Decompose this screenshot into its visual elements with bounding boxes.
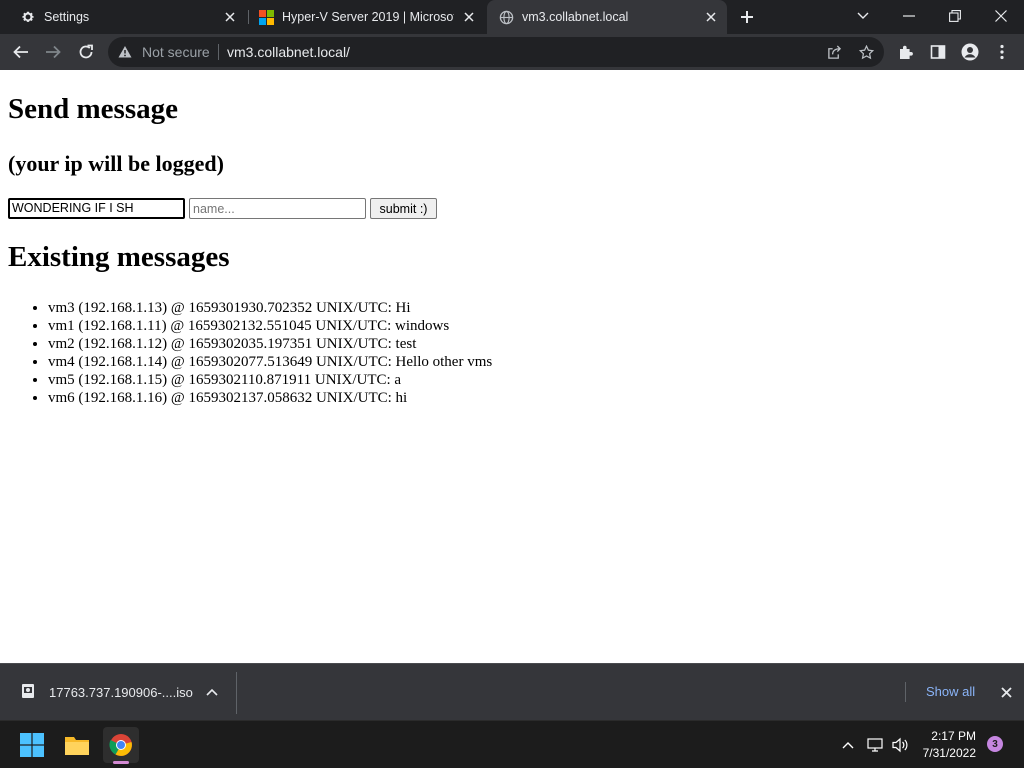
close-shelf-icon[interactable]	[998, 684, 1014, 700]
message-item: vm2 (192.168.1.12) @ 1659302035.197351 U…	[48, 335, 492, 353]
show-all-link[interactable]: Show all	[926, 684, 975, 699]
bookmark-star-icon[interactable]	[858, 44, 874, 60]
chrome-icon[interactable]	[103, 727, 139, 763]
network-icon[interactable]	[866, 736, 884, 754]
extensions-puzzle-icon[interactable]	[894, 40, 918, 64]
clock-date[interactable]: 7/31/2022	[910, 746, 976, 760]
messages-list: vm3 (192.168.1.13) @ 1659301930.702352 U…	[48, 299, 492, 407]
show-hidden-icons-chevron-icon[interactable]	[839, 736, 857, 754]
browser-toolbar: Not secure vm3.collabnet.local/	[0, 34, 1024, 70]
message-item: vm4 (192.168.1.14) @ 1659302077.513649 U…	[48, 353, 492, 371]
share-icon[interactable]	[826, 44, 842, 60]
tab-title: Hyper-V Server 2019 | Microsoft	[282, 10, 454, 24]
tab-settings[interactable]: Settings	[8, 0, 246, 34]
new-tab-icon[interactable]	[737, 7, 757, 27]
kebab-menu-icon[interactable]	[990, 40, 1014, 64]
iso-file-icon[interactable]	[20, 683, 36, 699]
warning-icon[interactable]	[118, 45, 132, 59]
notification-badge[interactable]: 3	[987, 736, 1003, 752]
volume-icon[interactable]	[891, 736, 909, 754]
submit-button[interactable]: submit :)	[370, 198, 437, 219]
existing-messages-heading: Existing messages	[8, 241, 230, 273]
profile-avatar-icon[interactable]	[958, 40, 982, 64]
restore-icon[interactable]	[941, 4, 969, 28]
not-secure-label[interactable]: Not secure	[142, 44, 210, 60]
tab-title: Settings	[44, 10, 90, 24]
send-message-heading: Send message	[8, 93, 178, 125]
message-item: vm1 (192.168.1.11) @ 1659302132.551045 U…	[48, 317, 492, 335]
back-icon[interactable]	[9, 40, 33, 64]
tab-hyper-v[interactable]: Hyper-V Server 2019 | Microsoft	[249, 0, 485, 34]
download-file-name[interactable]: 17763.737.190906-....iso	[49, 685, 193, 700]
tab-strip: Settings Hyper-V Server 2019 | Microsoft…	[0, 0, 1024, 34]
windows-taskbar: 2:17 PM 7/31/2022	[0, 720, 1024, 768]
tab-title: vm3.collabnet.local	[522, 10, 629, 24]
omnibox-divider	[218, 44, 219, 60]
windows-start-icon[interactable]	[14, 727, 50, 763]
tab-vm3[interactable]: vm3.collabnet.local	[487, 0, 727, 34]
message-input[interactable]: WONDERING IF I SH	[8, 198, 185, 219]
microsoft-logo-icon	[258, 9, 274, 25]
file-explorer-icon[interactable]	[59, 727, 95, 763]
tab-search-chevron-icon[interactable]	[849, 4, 877, 28]
web-page: Send message (your ip will be logged) WO…	[0, 70, 1024, 663]
clock-time[interactable]: 2:17 PM	[910, 729, 976, 743]
name-input[interactable]	[189, 198, 366, 219]
close-tab-icon[interactable]	[703, 9, 719, 25]
chevron-up-icon[interactable]	[204, 684, 220, 700]
close-tab-icon[interactable]	[461, 9, 477, 25]
close-window-icon[interactable]	[987, 4, 1015, 28]
message-item: vm5 (192.168.1.15) @ 1659302110.871911 U…	[48, 371, 492, 389]
minimize-icon[interactable]	[895, 4, 923, 28]
gear-icon	[20, 9, 36, 25]
shelf-divider	[236, 672, 237, 714]
download-shelf: 17763.737.190906-....iso Show all	[0, 663, 1024, 720]
reload-icon[interactable]	[74, 40, 98, 64]
message-item: vm6 (192.168.1.16) @ 1659302137.058632 U…	[48, 389, 492, 407]
message-item: vm3 (192.168.1.13) @ 1659301930.702352 U…	[48, 299, 492, 317]
ip-logged-notice: (your ip will be logged)	[8, 151, 224, 176]
close-tab-icon[interactable]	[222, 9, 238, 25]
forward-icon[interactable]	[41, 40, 65, 64]
active-app-indicator	[113, 761, 129, 764]
shelf-divider	[905, 682, 906, 702]
globe-icon	[498, 9, 514, 25]
side-panel-icon[interactable]	[926, 40, 950, 64]
address-bar[interactable]: Not secure vm3.collabnet.local/	[108, 37, 884, 67]
url-text[interactable]: vm3.collabnet.local/	[227, 44, 350, 60]
